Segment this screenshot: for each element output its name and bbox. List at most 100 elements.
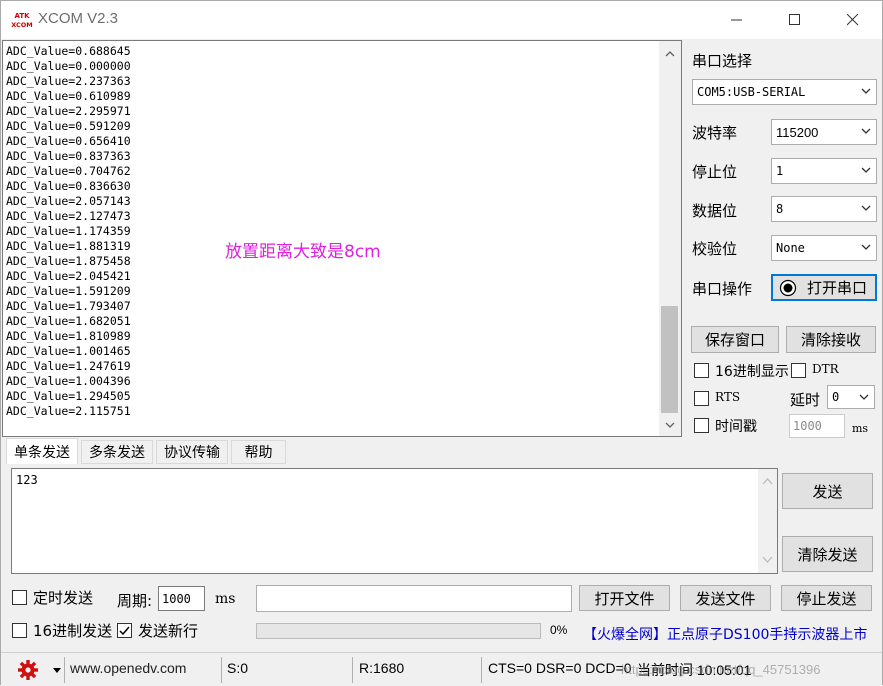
checkmark-icon xyxy=(119,626,130,636)
databits-value: 8 xyxy=(776,202,784,216)
baud-select[interactable]: 115200 xyxy=(771,119,877,145)
receive-line: ADC_Value=1.294505 xyxy=(6,389,131,403)
received-count: R:1680 xyxy=(359,660,405,676)
save-window-button[interactable]: 保存窗口 xyxy=(691,326,779,353)
port-select-label: 串口选择 xyxy=(692,52,753,70)
delay-label: 延时 xyxy=(790,391,821,409)
receive-line: ADC_Value=0.000000 xyxy=(6,59,131,73)
scroll-thumb[interactable] xyxy=(661,306,678,413)
parity-label: 校验位 xyxy=(692,240,738,258)
parity-select[interactable]: None xyxy=(771,235,877,261)
receive-line: ADC_Value=1.682051 xyxy=(6,314,131,328)
close-button[interactable] xyxy=(824,1,882,39)
databits-label: 数据位 xyxy=(692,202,738,220)
receive-line: ADC_Value=2.045421 xyxy=(6,269,131,283)
timed-send-label: 定时发送 xyxy=(33,589,94,607)
receive-line: ADC_Value=1.875458 xyxy=(6,254,131,268)
stopbits-label: 停止位 xyxy=(692,163,738,181)
xcom-window: ATK XCOM XCOM V2.3 ADC_Value=0.688645 ADC… xyxy=(0,0,883,686)
hex-display-checkbox[interactable] xyxy=(694,363,709,378)
signal-status: CTS=0 DSR=0 DCD=0 xyxy=(488,660,632,676)
website-link[interactable]: www.openedv.com xyxy=(70,660,186,676)
promo-link[interactable]: 【火爆全网】正点原子DS100手持示波器上市 xyxy=(583,624,867,644)
period-unit: ms xyxy=(215,591,236,607)
receive-line: ADC_Value=0.688645 xyxy=(6,44,131,58)
maximize-icon xyxy=(789,14,800,25)
timestamp-input[interactable]: 1000 xyxy=(789,414,845,438)
open-port-button[interactable]: 打开串口 xyxy=(771,274,877,301)
window-title: XCOM V2.3 xyxy=(38,10,119,27)
radio-indicator-icon xyxy=(779,279,797,296)
divider xyxy=(64,657,65,683)
receive-scrollbar[interactable] xyxy=(659,41,681,436)
dtr-checkbox[interactable] xyxy=(791,363,806,378)
receive-line: ADC_Value=2.127473 xyxy=(6,209,131,223)
clear-send-button[interactable]: 清除发送 xyxy=(782,536,873,572)
svg-text:XCOM: XCOM xyxy=(11,21,33,29)
hex-send-label: 16进制发送 xyxy=(33,622,113,640)
file-path-input[interactable] xyxy=(256,585,572,612)
scroll-down-icon[interactable] xyxy=(659,414,681,436)
svg-text:ATK: ATK xyxy=(14,12,30,20)
close-icon xyxy=(847,14,859,26)
send-newline-checkbox[interactable] xyxy=(117,623,132,638)
rts-checkbox[interactable] xyxy=(694,391,709,406)
receive-line: ADC_Value=2.237363 xyxy=(6,74,131,88)
send-text: 123 xyxy=(16,473,38,487)
databits-select[interactable]: 8 xyxy=(771,196,877,222)
send-file-button[interactable]: 发送文件 xyxy=(680,585,771,611)
delay-select[interactable]: 0 xyxy=(827,385,875,409)
hex-send-checkbox[interactable] xyxy=(12,623,27,638)
timestamp-label: 时间戳 xyxy=(715,419,757,435)
stop-send-button[interactable]: 停止发送 xyxy=(781,585,872,611)
annotation-text: 放置距离大致是8cm xyxy=(225,242,381,262)
receive-line: ADC_Value=0.656410 xyxy=(6,134,131,148)
receive-line: ADC_Value=0.704762 xyxy=(6,164,131,178)
receive-line: ADC_Value=2.115751 xyxy=(6,404,131,418)
tab-multi-send[interactable]: 多条发送 xyxy=(81,440,153,464)
delay-value: 0 xyxy=(832,390,840,404)
scroll-down-icon[interactable] xyxy=(758,551,777,569)
chevron-down-icon xyxy=(861,128,871,134)
parity-value: None xyxy=(776,241,805,255)
send-newline-label: 发送新行 xyxy=(138,622,199,640)
send-button[interactable]: 发送 xyxy=(782,473,873,509)
receive-line: ADC_Value=1.793407 xyxy=(6,299,131,313)
stopbits-select[interactable]: 1 xyxy=(771,158,877,184)
timestamp-checkbox[interactable] xyxy=(694,418,709,433)
receive-line: ADC_Value=0.836630 xyxy=(6,179,131,193)
scroll-up-icon[interactable] xyxy=(659,43,681,65)
clear-receive-button[interactable]: 清除接收 xyxy=(786,326,876,353)
maximize-button[interactable] xyxy=(766,1,824,39)
receive-line: ADC_Value=1.810989 xyxy=(6,329,131,343)
dropdown-arrow-icon[interactable] xyxy=(53,668,61,674)
chevron-down-icon xyxy=(861,244,871,250)
receive-line: ADC_Value=0.610989 xyxy=(6,89,131,103)
gear-icon[interactable] xyxy=(17,659,39,681)
timestamp-unit: ms xyxy=(852,422,869,435)
tab-protocol[interactable]: 协议传输 xyxy=(156,440,228,464)
scroll-up-icon[interactable] xyxy=(758,473,777,491)
chevron-down-icon xyxy=(861,167,871,173)
port-select[interactable]: COM5:USB-SERIAL xyxy=(692,79,877,105)
receive-textarea[interactable]: ADC_Value=0.688645 ADC_Value=0.000000 ADC_… xyxy=(2,40,682,437)
port-op-label: 串口操作 xyxy=(692,280,753,298)
period-label: 周期: xyxy=(117,592,153,610)
receive-line: ADC_Value=1.004396 xyxy=(6,374,131,388)
send-scrollbar[interactable] xyxy=(758,469,777,573)
tab-help[interactable]: 帮助 xyxy=(231,440,286,464)
chevron-down-icon xyxy=(859,394,869,400)
period-input[interactable]: 1000 xyxy=(158,586,205,611)
receive-line: ADC_Value=1.247619 xyxy=(6,359,131,373)
minimize-button[interactable] xyxy=(708,1,766,39)
receive-line: ADC_Value=0.837363 xyxy=(6,149,131,163)
tab-single-send[interactable]: 单条发送 xyxy=(6,438,78,464)
chevron-down-icon xyxy=(861,88,871,94)
open-file-button[interactable]: 打开文件 xyxy=(579,585,670,611)
app-logo-icon: ATK XCOM xyxy=(11,10,33,30)
baud-label: 波特率 xyxy=(692,124,738,142)
dtr-label: DTR xyxy=(812,362,839,376)
receive-line: ADC_Value=2.295971 xyxy=(6,104,131,118)
timed-send-checkbox[interactable] xyxy=(12,590,27,605)
send-textarea[interactable]: 123 xyxy=(11,468,778,574)
